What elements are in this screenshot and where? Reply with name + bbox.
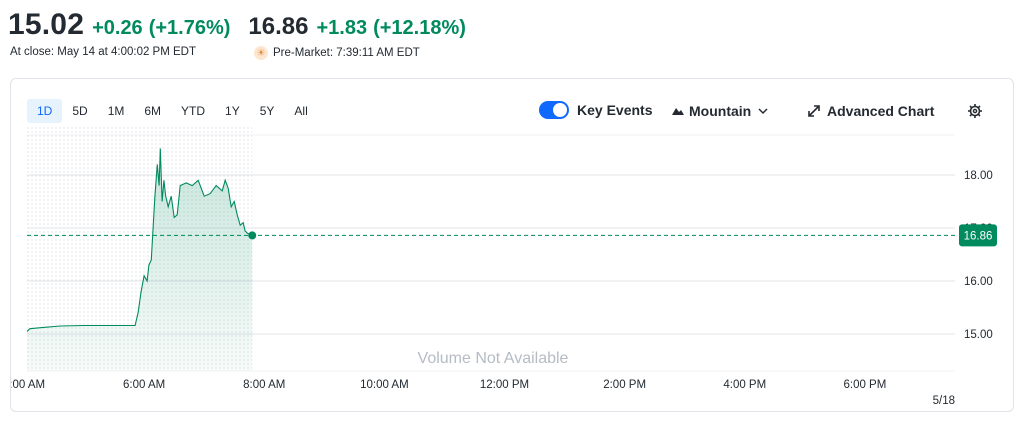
x-tick-label: 8:00 AM bbox=[243, 379, 285, 391]
x-tick-label: 2:00 PM bbox=[603, 379, 646, 391]
date-label: 5/18 bbox=[933, 395, 955, 407]
y-tick-label: 18.00 bbox=[964, 170, 993, 182]
volume-not-available: Volume Not Available bbox=[418, 350, 569, 367]
y-tick-label: 15.00 bbox=[964, 329, 993, 341]
x-tick-label: 6:00 AM bbox=[123, 379, 165, 391]
price-chart[interactable]: 18.0017.0016.0015.004:00 AM6:00 AM8:00 A… bbox=[11, 79, 1015, 413]
x-tick-label: 4:00 AM bbox=[11, 379, 45, 391]
close-change: +0.26 bbox=[92, 17, 143, 39]
quote-header: 15.02 +0.26 (+1.76%) 16.86 +1.83 (+12.18… bbox=[8, 8, 466, 42]
chart-card: 1D 5D 1M 6M YTD 1Y 5Y All Key Events Mountain A… bbox=[10, 78, 1014, 412]
close-change-pct: (+1.76%) bbox=[148, 17, 231, 39]
x-tick-label: 10:00 AM bbox=[360, 379, 409, 391]
current-price-dot bbox=[248, 231, 257, 240]
premarket-timestamp: Pre-Market: 7:39:11 AM EDT bbox=[273, 47, 420, 59]
close-timestamp: At close: May 14 at 4:00:02 PM EDT bbox=[10, 46, 196, 58]
y-tick-label: 16.00 bbox=[964, 276, 993, 288]
premarket-change-pct: (+12.18%) bbox=[373, 17, 466, 39]
x-tick-label: 4:00 PM bbox=[723, 379, 766, 391]
premarket-price: 16.86 bbox=[248, 13, 309, 40]
close-price: 15.02 bbox=[8, 8, 85, 41]
x-tick-label: 12:00 PM bbox=[480, 379, 529, 391]
x-tick-label: 6:00 PM bbox=[843, 379, 886, 391]
premarket-change: +1.83 bbox=[316, 17, 368, 39]
sunrise-icon: ☀ bbox=[254, 46, 268, 60]
premarket-info: ☀ Pre-Market: 7:39:11 AM EDT bbox=[254, 46, 420, 60]
current-price-label: 16.86 bbox=[964, 230, 993, 242]
